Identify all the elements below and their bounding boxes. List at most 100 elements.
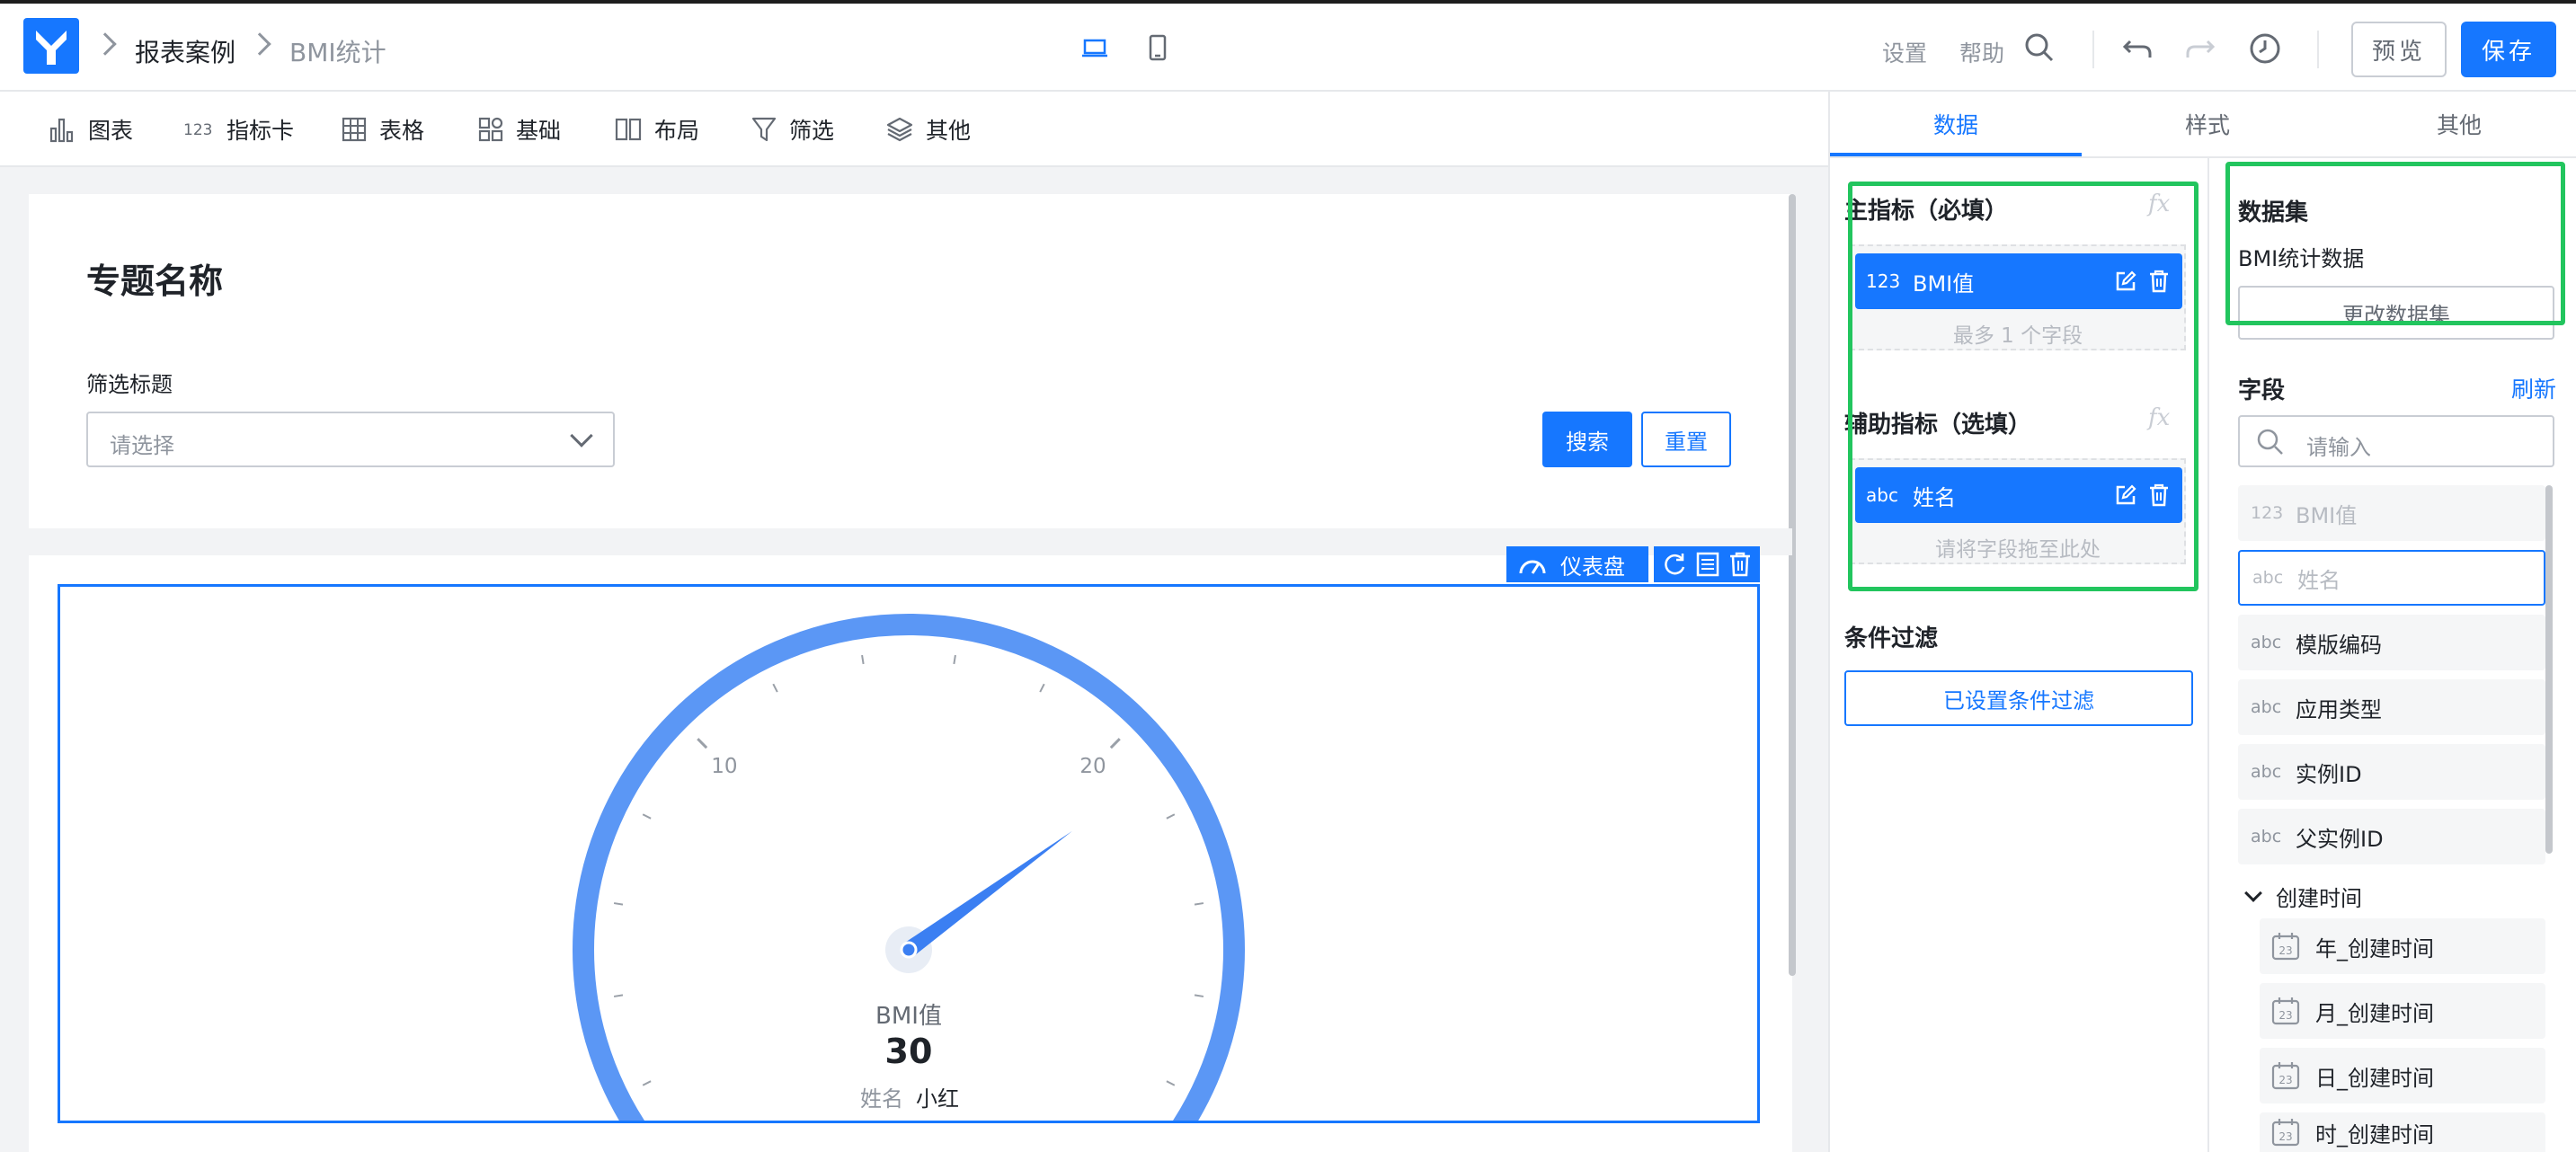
field-type-label: abc [2251, 762, 2282, 782]
help-link[interactable]: 帮助 [1959, 36, 2004, 68]
fields-scrollbar[interactable] [2545, 485, 2553, 854]
filter-funnel-icon [751, 117, 777, 142]
field-group-created-time[interactable]: 创建时间 [2243, 881, 2362, 912]
widget-type-tag[interactable]: 仪表盘 [1506, 546, 1648, 582]
field-search-input[interactable]: 请输入 [2238, 415, 2554, 467]
highlight-box-dataset [2225, 162, 2565, 325]
gauge-tick [1194, 994, 1204, 997]
column-divider [2207, 158, 2209, 1152]
field-name: 实例ID [2296, 761, 2362, 787]
field-name: 时_创建时间 [2315, 1121, 2434, 1148]
field-type-label: abc [2251, 633, 2282, 652]
layers-icon [886, 117, 913, 142]
date-field-item[interactable]: 23 月_创建时间 [2260, 983, 2545, 1039]
field-item[interactable]: abc 实例ID [2238, 744, 2545, 800]
search-icon [2257, 429, 2283, 455]
tab-other[interactable]: 其他 [2333, 92, 2576, 156]
field-type-label: abc [2251, 827, 2282, 846]
gauge-tick [861, 654, 865, 665]
gauge-tick [1166, 813, 1176, 820]
component-label: 其他 [926, 118, 972, 144]
field-name: 月_创建时间 [2315, 1000, 2434, 1026]
topic-title[interactable]: 专题名称 [86, 253, 223, 303]
header-divider [2092, 31, 2094, 68]
highlight-box-metrics [1848, 182, 2198, 591]
filter-select[interactable]: 请选择 [86, 412, 615, 467]
component-label: 基础 [516, 118, 562, 144]
search-icon[interactable] [2024, 32, 2055, 63]
gauge-tick [613, 994, 624, 997]
field-item[interactable]: abc 应用类型 [2238, 679, 2545, 735]
component-other[interactable]: 其他 [886, 92, 971, 167]
component-table[interactable]: 表格 [342, 92, 424, 167]
svg-text:23: 23 [2278, 1130, 2292, 1143]
desktop-view-icon[interactable] [1082, 38, 1107, 59]
history-clock-icon[interactable] [2249, 32, 2281, 65]
breadcrumb-root[interactable]: 报表案例 [135, 33, 235, 69]
save-button[interactable]: 保存 [2461, 22, 2556, 77]
calendar-icon: 23 [2271, 1119, 2300, 1147]
breadcrumb-chevron-icon [93, 32, 117, 56]
gauge-metric-value: 30 [885, 1032, 933, 1071]
component-label: 表格 [379, 118, 425, 144]
component-toolbar: 图表 123 指标卡 表格 基础 布局 筛选 其他 [0, 92, 1828, 167]
gauge-tick-label: 20 [1079, 755, 1106, 778]
component-layout[interactable]: 布局 [615, 92, 699, 167]
field-item[interactable]: abc 父实例ID [2238, 809, 2545, 864]
widget-actions [1654, 546, 1760, 582]
gauge-dimension-name: 姓名 [860, 1086, 903, 1112]
reset-button[interactable]: 重置 [1641, 412, 1731, 467]
gauge-tick [953, 654, 956, 665]
field-item[interactable]: abc 模版编码 [2238, 615, 2545, 670]
component-chart[interactable]: 图表 [49, 92, 133, 167]
date-field-item[interactable]: 23 时_创建时间 [2260, 1112, 2545, 1152]
gauge-tick [642, 1080, 652, 1086]
field-type-label: abc [2252, 568, 2284, 588]
undo-icon[interactable] [2121, 32, 2154, 63]
svg-text:23: 23 [2278, 944, 2292, 957]
breadcrumb-current: BMI统计 [289, 38, 386, 67]
svg-text:123: 123 [183, 121, 212, 139]
chevron-down-icon [570, 424, 593, 448]
date-field-item[interactable]: 23 年_创建时间 [2260, 918, 2545, 974]
component-label: 图表 [88, 118, 134, 144]
field-item[interactable]: 123 BMI值 [2238, 485, 2545, 541]
field-item[interactable]: abc 姓名 [2238, 550, 2545, 606]
redo-icon[interactable] [2184, 32, 2216, 63]
component-filter[interactable]: 筛选 [751, 92, 834, 167]
tab-style[interactable]: 样式 [2082, 92, 2333, 156]
data-sheet-icon[interactable] [1694, 551, 1721, 578]
component-label: 筛选 [789, 118, 835, 144]
basic-blocks-icon [478, 117, 503, 142]
canvas-scrollbar[interactable] [1789, 194, 1796, 976]
preview-button[interactable]: 预览 [2351, 22, 2447, 77]
tab-data[interactable]: 数据 [1830, 92, 2082, 156]
gauge-widget[interactable]: 0102030 BMI值 30 姓名 小红 [58, 584, 1760, 1123]
field-name: 父实例ID [2296, 826, 2384, 852]
condition-filter-button[interactable]: 已设置条件过滤 [1844, 670, 2193, 726]
refresh-fields-link[interactable]: 刷新 [2511, 372, 2556, 404]
filter-label: 筛选标题 [86, 372, 173, 397]
settings-link[interactable]: 设置 [1882, 36, 1927, 68]
gauge-metric-name: BMI值 [875, 1003, 942, 1030]
gauge-chart: 0102030 BMI值 30 姓名 小红 [573, 614, 1245, 1121]
search-button[interactable]: 搜索 [1542, 412, 1632, 467]
filter-select-placeholder: 请选择 [110, 433, 174, 458]
mobile-view-icon[interactable] [1149, 34, 1167, 61]
field-type-label: abc [2251, 697, 2282, 717]
svg-text:23: 23 [2278, 1009, 2292, 1022]
component-metric-card[interactable]: 123 指标卡 [183, 92, 294, 167]
date-field-item[interactable]: 23 日_创建时间 [2260, 1048, 2545, 1103]
app-logo-icon[interactable] [23, 18, 79, 74]
gauge-tick [613, 902, 624, 906]
field-group-label: 创建时间 [2276, 886, 2362, 911]
refresh-icon[interactable] [1661, 551, 1688, 578]
component-label: 布局 [654, 118, 700, 144]
number-123-icon: 123 [183, 121, 212, 139]
gauge-dimension-value: 小红 [916, 1086, 959, 1112]
gauge-tick [772, 683, 778, 693]
header-divider [2317, 31, 2319, 68]
component-basic[interactable]: 基础 [478, 92, 561, 167]
field-name: 日_创建时间 [2315, 1065, 2434, 1091]
delete-trash-icon[interactable] [1728, 551, 1753, 578]
